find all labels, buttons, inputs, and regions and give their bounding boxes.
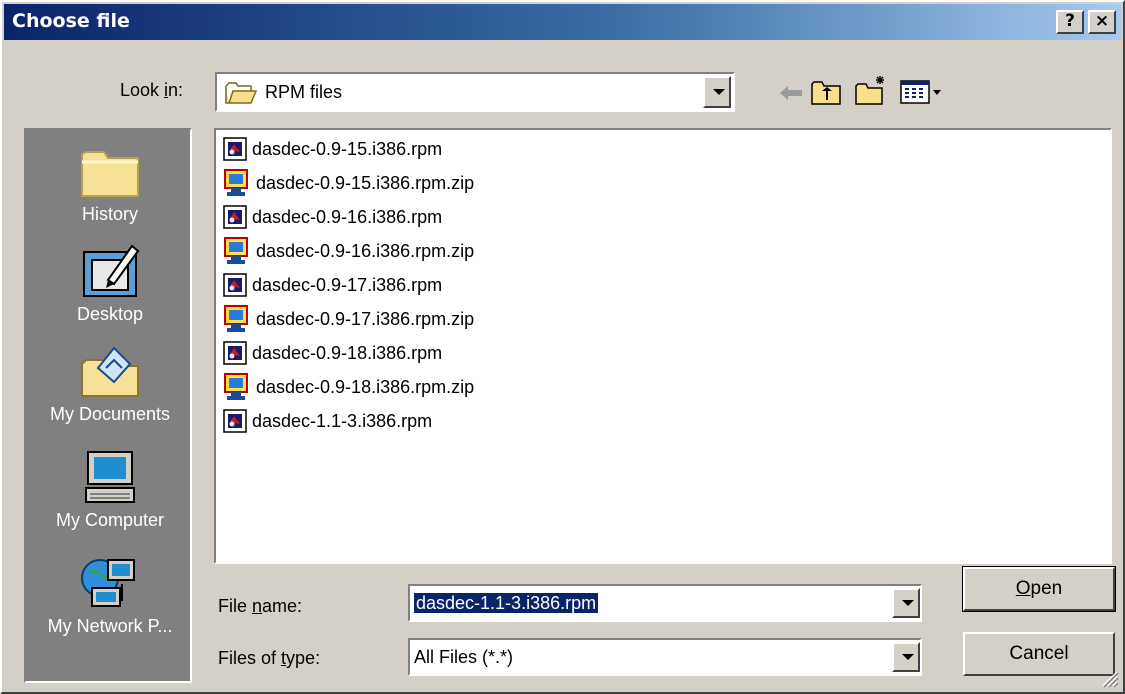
look-in-value: RPM files	[265, 82, 343, 102]
file-list-item[interactable]: dasdec-0.9-16.i386.rpm	[222, 202, 442, 232]
file-name-label: File name:	[218, 596, 303, 616]
my-network-places-icon	[81, 559, 135, 607]
file-name-text: dasdec-0.9-15.i386.rpm.zip	[256, 172, 475, 193]
place-my-network-places[interactable]: My Network P...	[26, 554, 194, 637]
file-list-item[interactable]: dasdec-0.9-17.i386.rpm.zip	[222, 304, 474, 334]
window-title: Choose file	[12, 10, 130, 32]
chevron-down-icon	[902, 600, 914, 606]
zip-archive-icon	[224, 373, 248, 400]
look-in-dropdown-button[interactable]	[703, 76, 731, 108]
new-folder-icon[interactable]	[854, 74, 888, 106]
view-menu-icon[interactable]	[900, 80, 944, 104]
back-arrow-icon[interactable]	[778, 84, 804, 102]
file-name-input[interactable]: dasdec-1.1-3.i386.rpm	[414, 593, 599, 614]
file-name-text: dasdec-0.9-17.i386.rpm.zip	[256, 308, 475, 329]
desktop-icon	[83, 244, 140, 297]
chevron-down-icon	[902, 654, 914, 660]
up-folder-icon[interactable]	[810, 78, 842, 106]
choose-file-dialog: Choose file ? × Look in: RPM files Histo…	[0, 0, 1125, 694]
file-list-item[interactable]: dasdec-1.1-3.i386.rpm	[222, 406, 432, 436]
close-button[interactable]: ×	[1088, 10, 1116, 34]
file-type-label: Files of type:	[218, 648, 321, 668]
close-icon: ×	[1094, 11, 1110, 31]
place-history[interactable]: History	[26, 142, 194, 225]
my-documents-icon	[81, 346, 139, 397]
file-list[interactable]: dasdec-0.9-15.i386.rpm dasdec-0.9-15.i386…	[214, 128, 1112, 564]
file-list-item[interactable]: dasdec-0.9-18.i386.rpm.zip	[222, 372, 474, 402]
rpm-file-icon	[223, 205, 247, 229]
file-name-dropdown-button[interactable]	[892, 588, 920, 618]
file-list-item[interactable]: dasdec-0.9-18.i386.rpm	[222, 338, 442, 368]
open-button[interactable]: Open	[962, 566, 1116, 612]
file-type-dropdown-button[interactable]	[892, 642, 920, 672]
rpm-file-icon	[223, 409, 247, 433]
zip-archive-icon	[224, 237, 248, 264]
file-name-text: dasdec-0.9-15.i386.rpm	[252, 138, 443, 159]
place-my-documents[interactable]: My Documents	[26, 342, 194, 425]
zip-archive-icon	[224, 305, 248, 332]
folder-open-icon	[225, 82, 257, 104]
look-in-label: Look in:	[120, 80, 184, 100]
file-name-combo[interactable]: dasdec-1.1-3.i386.rpm	[408, 584, 922, 622]
file-type-combo[interactable]: All Files (*.*)	[408, 638, 922, 676]
file-list-item[interactable]: dasdec-0.9-15.i386.rpm	[222, 134, 442, 164]
file-name-text: dasdec-1.1-3.i386.rpm	[252, 410, 433, 431]
rpm-file-icon	[223, 341, 247, 365]
resize-grip-icon[interactable]	[1099, 668, 1119, 688]
help-button[interactable]: ?	[1056, 10, 1084, 34]
file-list-item[interactable]: dasdec-0.9-17.i386.rpm	[222, 270, 442, 300]
file-name-text: dasdec-0.9-17.i386.rpm	[252, 274, 443, 295]
file-list-item[interactable]: dasdec-0.9-16.i386.rpm.zip	[222, 236, 474, 266]
file-type-value: All Files (*.*)	[414, 647, 514, 667]
place-my-computer[interactable]: My Computer	[26, 448, 194, 531]
place-desktop[interactable]: Desktop	[26, 242, 194, 325]
file-name-text: dasdec-0.9-18.i386.rpm.zip	[256, 376, 475, 397]
places-bar: History Desktop My Documents My Computer…	[24, 128, 192, 683]
my-computer-icon	[85, 451, 135, 503]
rpm-file-icon	[223, 273, 247, 297]
file-name-text: dasdec-0.9-18.i386.rpm	[252, 342, 443, 363]
file-list-item[interactable]: dasdec-0.9-15.i386.rpm.zip	[222, 168, 474, 198]
cancel-button[interactable]: Cancel	[963, 632, 1115, 676]
look-in-combo[interactable]: RPM files	[215, 72, 735, 112]
history-folder-icon	[81, 151, 139, 197]
rpm-file-icon	[223, 137, 247, 161]
help-icon: ?	[1065, 11, 1075, 31]
title-bar[interactable]: Choose file ? ×	[4, 4, 1121, 40]
file-name-text: dasdec-0.9-16.i386.rpm.zip	[256, 240, 475, 261]
chevron-down-icon	[713, 89, 725, 95]
zip-archive-icon	[224, 169, 248, 196]
file-name-text: dasdec-0.9-16.i386.rpm	[252, 206, 443, 227]
